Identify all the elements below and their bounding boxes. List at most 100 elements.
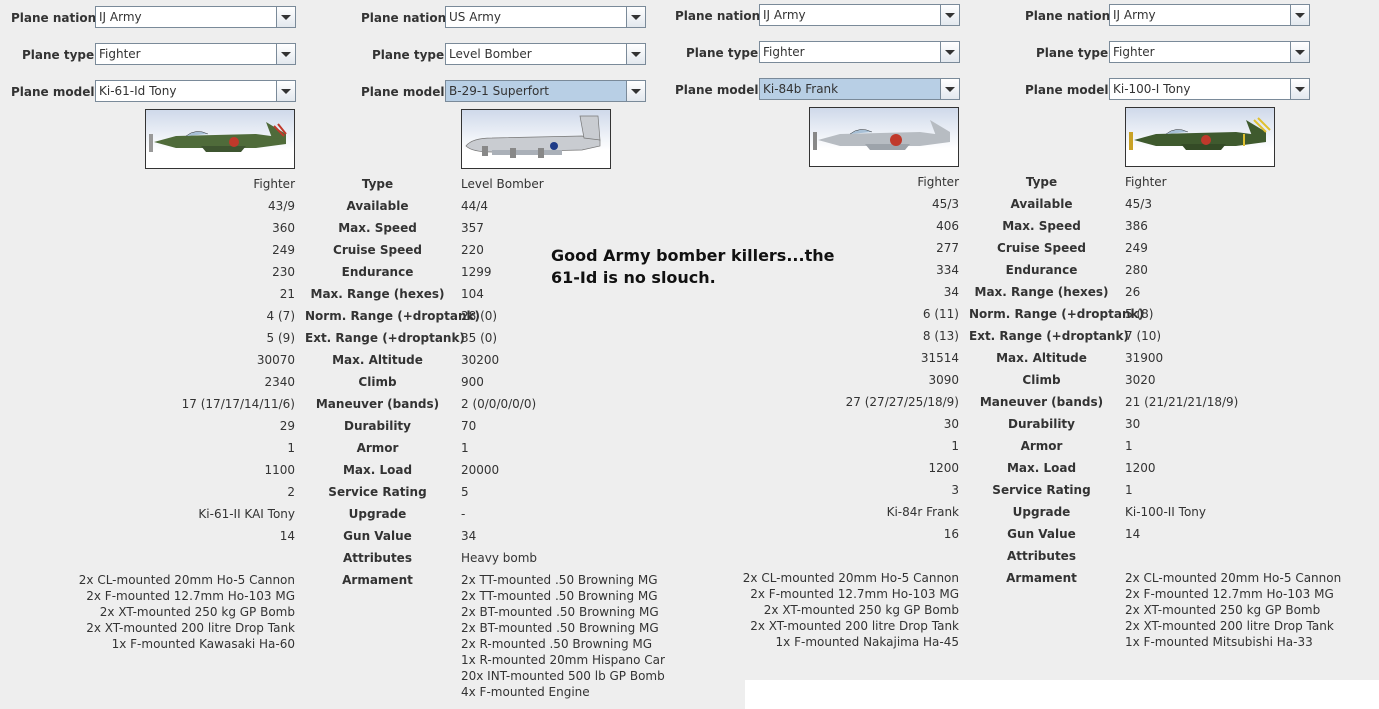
plane-nation-select[interactable]: IJ Army [1109,4,1310,26]
plane-a-stat-value: 1 [287,441,295,455]
plane-a-stat-value: 3 [951,483,959,497]
stat-label: Armament [342,573,413,587]
plane-b-stat-value: 249 [1125,241,1148,255]
stat-label: Maneuver (bands) [315,397,440,411]
stat-label: Ext. Range (+droptank) [969,329,1129,343]
plane-type-label: Plane type: [686,46,763,60]
stat-label: Ext. Range (+droptank) [305,331,465,345]
stat-label: Armor [1020,439,1063,453]
armament-item: 20x INT-mounted 500 lb GP Bomb [461,669,665,683]
plane-nation-select[interactable]: IJ Army [759,4,960,26]
stat-label: Attributes [1007,549,1076,563]
plane-b-stat-value: 34 [461,529,477,543]
stat-label: Climb [358,375,397,389]
plane-b-stat-value: 1 [1125,439,1133,453]
plane-model-select[interactable]: B-29-1 Superfort [445,80,646,102]
plane-a-stat-value: Ki-61-II KAI Tony [198,507,295,521]
stat-label: Upgrade [348,507,407,521]
stat-row: 1100 Max. Load 20000 [0,462,690,484]
stat-label: Attributes [343,551,412,565]
chevron-down-icon[interactable] [940,42,959,62]
plane-model-label: Plane model: [11,85,100,99]
stat-row: 16 Gun Value 14 [664,526,1354,548]
stat-label: Max. Altitude [332,353,423,367]
chevron-down-icon[interactable] [276,7,295,27]
plane-b-stat-value: 20000 [461,463,500,477]
stat-label: Max. Range (hexes) [310,287,445,301]
stat-label: Max. Range (hexes) [974,285,1109,299]
plane-nation-label: Plane nation: [11,11,101,25]
plane-type-label: Plane type: [22,48,99,62]
stat-label: Maneuver (bands) [979,395,1104,409]
stat-label: Endurance [341,265,414,279]
armament-item: 2x TT-mounted .50 Browning MG [461,589,658,603]
stat-label: Norm. Range (+droptank) [969,307,1144,321]
chevron-down-icon[interactable] [940,5,959,25]
plane-a-stat-value: 360 [272,221,295,235]
plane-b-image [461,109,611,169]
plane-a-stat-value: 5 (9) [266,331,295,345]
plane-b-stat-value: Level Bomber [461,177,544,191]
stat-row: 29 Durability 70 [0,418,690,440]
plane-a-stat-value: 27 (27/27/25/18/9) [845,395,959,409]
armament-item: 2x F-mounted 12.7mm Ho-103 MG [1125,587,1334,601]
stat-row: 1200 Max. Load 1200 [664,460,1354,482]
chevron-down-icon[interactable] [626,7,645,27]
plane-b-stat-value: 70 [461,419,477,433]
plane-b-stat-value: 3020 [1125,373,1156,387]
stat-row: 8 (13) Ext. Range (+droptank) 7 (10) [664,328,1354,350]
chevron-down-icon[interactable] [276,81,295,101]
plane-a-stat-value: Fighter [253,177,295,191]
stat-label: Max. Altitude [996,351,1087,365]
stat-label: Type [1025,175,1058,189]
plane-nation-select[interactable]: IJ Army [95,6,296,28]
plane-a-stat-value: 29 [279,419,295,433]
armament-item: 1x F-mounted Nakajima Ha-45 [775,635,959,649]
plane-a-armament-list: 2x CL-mounted 20mm Ho-5 Cannon 2x F-mount… [664,570,959,650]
plane-b-stat-value: - [461,507,466,521]
plane-type-select[interactable]: Fighter [1109,41,1310,63]
stat-label: Norm. Range (+droptank) [305,309,480,323]
stat-row: 45/3 Available 45/3 [664,196,1354,218]
chevron-down-icon[interactable] [276,44,295,64]
plane-type-select[interactable]: Fighter [95,43,296,65]
plane-model-select[interactable]: Ki-84b Frank [759,78,960,100]
plane-b-armament-list: 2x CL-mounted 20mm Ho-5 Cannon 2x F-mount… [1125,570,1345,650]
plane-type-select[interactable]: Fighter [759,41,960,63]
plane-type-select[interactable]: Level Bomber [445,43,646,65]
stat-row: Attributes Heavy bomb [0,550,690,572]
plane-b-stat-value: Fighter [1125,175,1167,189]
chevron-down-icon[interactable] [1290,42,1309,62]
plane-b-stat-value: 900 [461,375,484,389]
chevron-down-icon[interactable] [940,79,959,99]
plane-b-stat-value: 104 [461,287,484,301]
plane-nation-select[interactable]: US Army [445,6,646,28]
chevron-down-icon[interactable] [1290,5,1309,25]
stat-row: 21 Max. Range (hexes) 104 [0,286,690,308]
plane-a-stat-value: 14 [279,529,295,543]
plane-b-stat-value: 30 [1125,417,1141,431]
plane-a-stat-value: 43/9 [268,199,295,213]
plane-nation-label: Plane nation: [675,9,765,23]
stat-row: 406 Max. Speed 386 [664,218,1354,240]
plane-model-select[interactable]: Ki-100-I Tony [1109,78,1310,100]
fighter-plane-icon [1129,117,1271,150]
fighter-plane-icon [813,120,950,150]
plane-type-label: Plane type: [1036,46,1113,60]
stat-row: 34 Max. Range (hexes) 26 [664,284,1354,306]
chevron-down-icon[interactable] [1290,79,1309,99]
stat-row: Ki-84r Frank Upgrade Ki-100-II Tony [664,504,1354,526]
stat-row: 1 Armor 1 [0,440,690,462]
plane-model-label: Plane model: [1025,83,1114,97]
plane-a-stat-value: 31514 [920,351,959,365]
chevron-down-icon[interactable] [626,44,645,64]
plane-b-armament-list: 2x TT-mounted .50 Browning MG 2x TT-mount… [461,572,681,700]
stat-label: Gun Value [1007,527,1076,541]
stat-row: Attributes [664,548,1354,570]
chevron-down-icon[interactable] [626,81,645,101]
plane-b-stat-value: 35 (0) [461,331,498,345]
comparison-panel-right: Plane nation: IJ Army Plane type: Fighte… [664,0,1354,682]
plane-model-select[interactable]: Ki-61-Id Tony [95,80,296,102]
plane-a-image [809,107,959,167]
plane-a-stat-value: 230 [272,265,295,279]
